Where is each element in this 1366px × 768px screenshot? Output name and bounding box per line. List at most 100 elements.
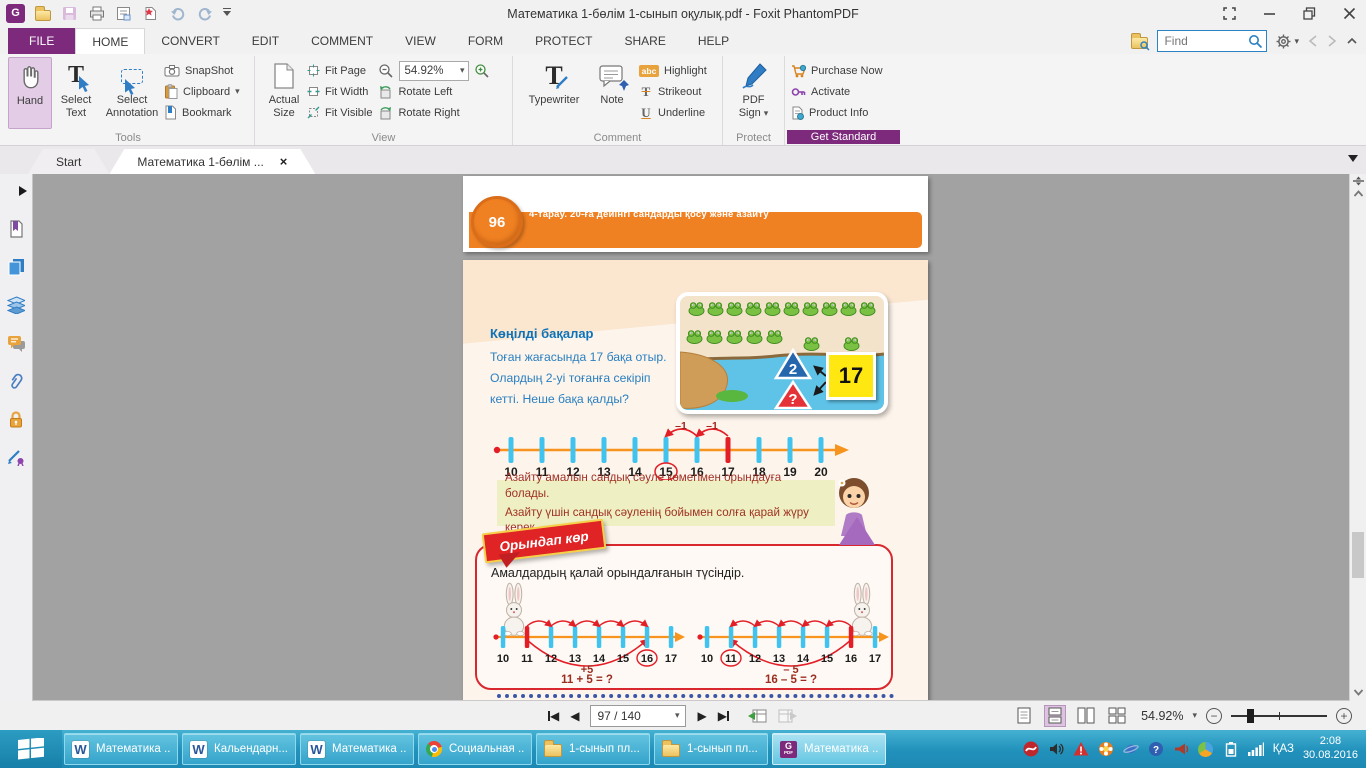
zoom-level-combobox[interactable]: 54.92% ▾	[399, 60, 470, 81]
security-panel-icon[interactable]	[7, 410, 25, 428]
zoom-out-icon[interactable]	[378, 63, 394, 79]
next-page-button[interactable]: ▶	[697, 709, 706, 723]
tab-close-icon[interactable]: ×	[280, 154, 288, 169]
tray-app-icon-sphere[interactable]	[1198, 741, 1214, 757]
tab-share[interactable]: SHARE	[608, 28, 681, 54]
fit-page-button[interactable]: Fit Page	[307, 62, 372, 79]
tab-list-dropdown-icon[interactable]	[1348, 155, 1358, 167]
taskbar-item-folder-2[interactable]: 1-сынып пл...	[654, 733, 768, 765]
strikeout-button[interactable]: T Strikeout	[639, 83, 707, 100]
find-previous-icon[interactable]	[1308, 35, 1318, 47]
tab-form[interactable]: FORM	[452, 28, 519, 54]
vertical-scrollbar[interactable]	[1349, 174, 1366, 701]
page-number-field[interactable]: 97 / 140 ▾	[590, 704, 687, 727]
underline-button[interactable]: U Underline	[639, 104, 707, 121]
note-button[interactable]: Note	[589, 57, 635, 129]
zoom-slider-thumb[interactable]	[1247, 708, 1254, 723]
actual-size-button[interactable]: Actual Size	[261, 57, 307, 129]
tray-app-icon-question[interactable]: ?	[1148, 741, 1164, 757]
zoom-in-button[interactable]: +	[1336, 707, 1352, 724]
tab-edit[interactable]: EDIT	[236, 28, 295, 54]
select-text-button[interactable]: T Select Text	[52, 57, 100, 129]
first-page-button[interactable]: ◀	[548, 709, 559, 723]
taskbar-item-word-1[interactable]: W Математика ...	[64, 733, 178, 765]
tray-app-icon-planet[interactable]	[1123, 741, 1139, 757]
comments-panel-icon[interactable]	[7, 334, 25, 352]
fullscreen-icon[interactable]	[1222, 6, 1236, 20]
tab-protect[interactable]: PROTECT	[519, 28, 608, 54]
minimize-icon[interactable]	[1262, 6, 1276, 20]
taskbar-item-word-2[interactable]: W Кальендарн...	[182, 733, 296, 765]
volume-icon[interactable]	[1048, 741, 1064, 757]
find-next-icon[interactable]	[1327, 35, 1337, 47]
tray-app-icon-flower[interactable]	[1098, 741, 1114, 757]
continuous-view-icon[interactable]	[1044, 704, 1067, 727]
network-signal-icon[interactable]	[1247, 741, 1264, 757]
scrollbar-split-icon[interactable]	[1353, 176, 1364, 187]
next-view-icon[interactable]	[778, 708, 797, 723]
fit-visible-button[interactable]: Fit Visible	[307, 104, 372, 121]
zoom-slider[interactable]	[1231, 708, 1327, 723]
taskbar-item-foxit[interactable]: G PDF Математика ...	[772, 733, 886, 765]
clipboard-button[interactable]: Clipboard ▾	[164, 83, 240, 100]
zoom-dropdown-icon[interactable]: ▾	[1192, 710, 1197, 721]
start-button[interactable]	[0, 730, 62, 768]
find-options-gear-icon[interactable]: ▾	[1276, 34, 1299, 49]
rotate-right-button[interactable]: Rotate Right	[378, 104, 490, 121]
restore-icon[interactable]	[1302, 6, 1316, 20]
battery-icon[interactable]	[1223, 741, 1239, 757]
scrollbar-thumb[interactable]	[1352, 532, 1364, 578]
activate-button[interactable]: Activate	[791, 83, 883, 100]
rotate-left-button[interactable]: Rotate Left	[378, 83, 490, 100]
doc-tab-document[interactable]: Математика 1-бөлім ... ×	[109, 149, 315, 174]
tab-file[interactable]: FILE	[8, 28, 76, 54]
zoom-out-button[interactable]: −	[1206, 707, 1222, 724]
clock[interactable]: 2:08 30.08.2016	[1303, 735, 1358, 763]
search-icon[interactable]	[1248, 34, 1263, 49]
single-page-view-icon[interactable]	[1013, 705, 1035, 727]
tab-view[interactable]: VIEW	[389, 28, 452, 54]
taskbar-item-chrome[interactable]: Социальная ...	[418, 733, 532, 765]
scroll-up-icon[interactable]	[1353, 189, 1364, 200]
taskbar-item-word-3[interactable]: W Математика ...	[300, 733, 414, 765]
tab-comment[interactable]: COMMENT	[295, 28, 389, 54]
fit-width-button[interactable]: Fit Width	[307, 83, 372, 100]
zoom-in-icon[interactable]	[474, 63, 490, 79]
previous-view-icon[interactable]	[747, 708, 767, 723]
highlight-button[interactable]: abc Highlight	[639, 62, 707, 79]
last-page-button[interactable]: ▶	[718, 709, 729, 723]
tray-app-icon-horn[interactable]	[1173, 741, 1189, 757]
warning-icon[interactable]	[1073, 741, 1089, 757]
attachments-panel-icon[interactable]	[7, 372, 25, 390]
continuous-facing-view-icon[interactable]	[1106, 705, 1128, 727]
pages-panel-icon[interactable]	[7, 258, 25, 276]
tab-convert[interactable]: CONVERT	[145, 28, 235, 54]
purchase-now-button[interactable]: Purchase Now	[791, 62, 883, 79]
bookmark-button[interactable]: Bookmark	[164, 104, 240, 121]
page-number-circle: 96	[471, 196, 523, 248]
snapshot-button[interactable]: SnapShot	[164, 62, 240, 79]
close-icon[interactable]	[1342, 6, 1356, 20]
taskbar-item-folder-1[interactable]: 1-сынып пл...	[536, 733, 650, 765]
layers-panel-icon[interactable]	[7, 296, 25, 314]
expand-panel-icon[interactable]	[14, 182, 32, 200]
previous-page-button[interactable]: ◀	[570, 709, 579, 723]
pdf-sign-button[interactable]: PDF Sign ▾	[729, 57, 778, 129]
hand-tool-button[interactable]: Hand	[8, 57, 52, 129]
bookmarks-panel-icon[interactable]	[7, 220, 25, 238]
tray-app-icon-red[interactable]	[1023, 741, 1039, 757]
tab-home[interactable]: HOME	[75, 28, 146, 54]
tab-help[interactable]: HELP	[682, 28, 745, 54]
signature-panel-icon[interactable]	[7, 448, 25, 466]
scroll-down-icon[interactable]	[1353, 687, 1364, 698]
title-bar: G Математика 1-бөлім 1-сынып оқулық.pdf …	[0, 0, 1366, 28]
language-indicator[interactable]: ҚАЗ	[1273, 743, 1294, 755]
collapse-ribbon-icon[interactable]	[1346, 36, 1358, 46]
search-folder-icon[interactable]	[1131, 32, 1150, 51]
select-annotation-button[interactable]: Select Annotation	[100, 57, 164, 129]
doc-tab-start[interactable]: Start	[28, 149, 109, 174]
mountain-decoration	[839, 517, 875, 545]
typewriter-button[interactable]: T Typewriter	[519, 57, 589, 129]
facing-view-icon[interactable]	[1075, 705, 1097, 727]
product-info-button[interactable]: Product Info	[791, 104, 883, 121]
